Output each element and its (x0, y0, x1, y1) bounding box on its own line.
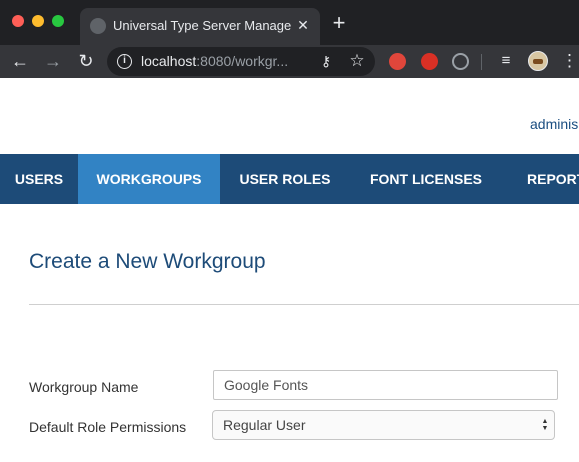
info-icon[interactable]: i (117, 54, 132, 69)
window-minimize-button[interactable] (32, 15, 44, 27)
plus-icon[interactable]: + (328, 12, 350, 34)
url-path: :8080/workgr... (196, 53, 289, 69)
kebab-icon[interactable]: ⋮ (561, 50, 578, 72)
media-control-icon[interactable]: ≡ (495, 50, 517, 72)
default-role-label: Default Role Permissions (29, 419, 187, 435)
nav-item-reports[interactable]: REPORTS (527, 154, 579, 204)
stop-hand-icon[interactable] (421, 53, 438, 70)
nav-item-font-licenses[interactable]: FONT LICENSES (350, 154, 502, 204)
window-close-button[interactable] (12, 15, 24, 27)
url-host: localhost (141, 53, 197, 69)
key-icon[interactable]: ⚷ (317, 52, 335, 70)
address-bar[interactable]: i localhost:8080/workgr... ⚷ ☆ (107, 47, 375, 76)
window-maximize-button[interactable] (52, 15, 64, 27)
tab-title: Universal Type Server Manager (113, 18, 291, 33)
user-account-link[interactable]: adminis (530, 116, 578, 132)
workgroup-name-input[interactable]: Google Fonts (213, 370, 558, 400)
browser-tab-bar: Universal Type Server Manager ✕ + (0, 0, 579, 45)
arrow-right-icon[interactable]: → (41, 49, 65, 73)
url-text[interactable]: localhost:8080/workgr... (141, 53, 307, 70)
arrow-left-icon[interactable]: ← (8, 49, 32, 73)
section-divider (29, 304, 579, 305)
nav-item-workgroups[interactable]: WORKGROUPS (78, 154, 220, 204)
star-icon[interactable]: ☆ (347, 51, 367, 71)
select-arrows-icon: ▲ ▼ (541, 418, 549, 432)
default-role-value: Regular User (223, 417, 306, 433)
nav-item-users[interactable]: USERS (0, 154, 78, 204)
extension-circle-icon[interactable] (452, 53, 469, 70)
workgroup-name-label: Workgroup Name (29, 379, 139, 395)
toolbar-divider (481, 54, 482, 70)
nav-item-user-roles[interactable]: USER ROLES (220, 154, 350, 204)
default-role-select[interactable]: Regular User ▲ ▼ (212, 410, 555, 440)
extension-icon[interactable] (389, 53, 406, 70)
browser-toolbar: ← → ↻ i localhost:8080/workgr... ⚷ ☆ ≡ ⋮ (0, 45, 579, 78)
reload-icon[interactable]: ↻ (74, 49, 98, 73)
globe-icon (90, 18, 106, 34)
close-icon[interactable]: ✕ (294, 16, 312, 34)
browser-tab[interactable]: Universal Type Server Manager ✕ (80, 8, 320, 45)
page-title: Create a New Workgroup (29, 250, 266, 273)
profile-avatar[interactable] (528, 51, 548, 71)
main-nav: USERS WORKGROUPS USER ROLES FONT LICENSE… (0, 154, 579, 204)
